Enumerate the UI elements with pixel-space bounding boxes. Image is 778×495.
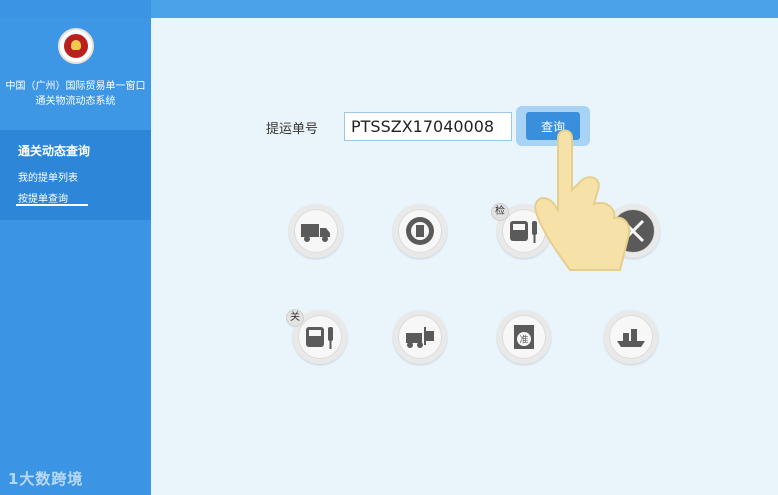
sidebar-menu-title[interactable]: 通关动态查询 xyxy=(18,142,90,159)
release-badge: 关 xyxy=(286,309,304,327)
stamp-approved-icon: 准 xyxy=(514,325,534,349)
active-item-underline xyxy=(16,204,88,206)
watermark-logo: 1大数跨境 xyxy=(8,470,84,488)
customs-logo-icon xyxy=(58,28,94,64)
main-panel xyxy=(151,18,778,495)
waybill-label: 提运单号 xyxy=(266,122,319,137)
app-title: 中国（广州）国际贸易单一窗口 通关物流动态系统 xyxy=(0,79,151,109)
stamp-text: 准 xyxy=(519,335,528,346)
app-title-line2: 通关物流动态系统 xyxy=(35,96,116,107)
sidebar-item-my-bills[interactable]: 我的提单列表 xyxy=(18,169,78,184)
inspection-badge: 检 xyxy=(491,203,509,221)
sidebar-item-query-by-bill[interactable]: 按提单查询 xyxy=(18,190,68,205)
status-node-approved[interactable]: 准 xyxy=(497,310,551,364)
forklift-icon xyxy=(406,327,434,348)
truck-icon xyxy=(301,224,330,242)
bus-traffic-light-icon xyxy=(306,327,333,349)
status-node-shipping[interactable] xyxy=(604,310,658,364)
status-node-customs[interactable] xyxy=(393,204,447,258)
waybill-input[interactable] xyxy=(344,112,512,141)
customs-emblem-icon xyxy=(406,217,434,245)
status-node-transport[interactable] xyxy=(289,204,343,258)
status-node-loading[interactable] xyxy=(393,310,447,364)
pointing-hand-icon xyxy=(534,129,630,271)
app-title-line1: 中国（广州）国际贸易单一窗口 xyxy=(5,81,146,92)
sidebar: 中国（广州）国际贸易单一窗口 通关物流动态系统 通关动态查询 我的提单列表 按提… xyxy=(0,0,151,495)
cargo-ship-icon xyxy=(617,329,645,347)
